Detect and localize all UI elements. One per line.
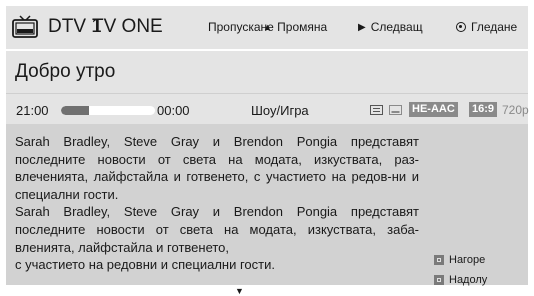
radio-icon xyxy=(456,22,466,32)
resolution-label: 720p xyxy=(502,103,529,117)
channel-name: TV ONE xyxy=(92,16,163,37)
description-paragraph: с участието на редовни и специални гости… xyxy=(15,257,275,273)
next-label: Следващ xyxy=(370,20,423,34)
genre: Шоу/Игра xyxy=(251,103,309,118)
watch-label: Гледане xyxy=(471,20,518,34)
description-paragraph: Sarah Bradley, Steve Gray и Brendon Pong… xyxy=(15,204,419,255)
play-icon: ▶ xyxy=(358,21,366,33)
scroll-down-label: Надолу xyxy=(449,274,488,286)
key-icon xyxy=(434,275,444,285)
description-text: Sarah Bradley, Steve Gray и Brendon Pong… xyxy=(15,133,419,274)
aspect-badge: 16:9 xyxy=(469,102,498,117)
scroll-down-button[interactable]: Надолу xyxy=(434,274,487,286)
next-button[interactable]: ▶ Следващ xyxy=(358,20,423,34)
subtitle-icon xyxy=(389,105,402,115)
channel-info-panel: DTV 1 TV ONE Пропускане Промяна ▲ ▶ След… xyxy=(6,6,529,296)
watch-button[interactable]: Гледане xyxy=(456,20,517,34)
header-divider xyxy=(6,49,528,51)
program-info-row: 21:00 00:00 Шоу/Игра HE-AAC 16:9 720p xyxy=(6,96,529,122)
key-icon xyxy=(434,255,444,265)
program-title: Добро утро xyxy=(15,61,116,82)
audio-badge: HE-AAC xyxy=(409,102,458,117)
list-icon xyxy=(370,105,383,115)
scroll-up-label: Нагоре xyxy=(449,254,486,266)
progress-fill xyxy=(61,106,90,115)
description-paragraph: Sarah Bradley, Steve Gray и Brendon Pong… xyxy=(15,134,419,202)
cursor-caret-icon: ▲ xyxy=(263,22,272,32)
progress-bar xyxy=(61,106,155,115)
tv-icon xyxy=(12,15,38,38)
title-divider xyxy=(6,93,528,94)
end-time: 00:00 xyxy=(157,103,190,118)
start-time: 21:00 xyxy=(16,103,49,118)
header: DTV 1 TV ONE Пропускане Промяна ▲ ▶ След… xyxy=(6,6,528,48)
scroll-up-button[interactable]: Нагоре xyxy=(434,254,485,266)
scroll-down-arrow-icon: ▼ xyxy=(235,286,244,296)
